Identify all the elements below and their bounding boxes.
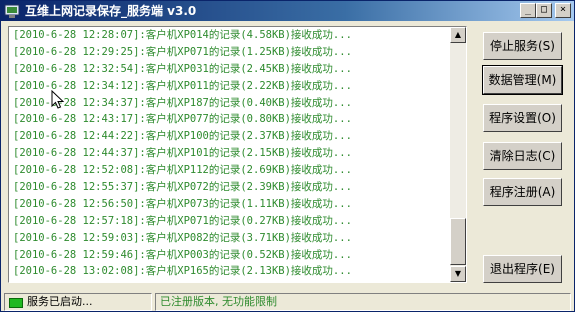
log-lines: [2010-6-28 12:28:07]:客户机XP014的记录(4.58KB)…	[13, 27, 448, 282]
log-list-box[interactable]: [2010-6-28 12:28:07]:客户机XP014的记录(4.58KB)…	[8, 26, 467, 283]
log-line: [2010-6-28 12:59:03]:客户机XP082的记录(3.71KB)…	[13, 231, 352, 244]
log-line: [2010-6-28 12:32:54]:客户机XP031的记录(2.45KB)…	[13, 62, 352, 75]
data-manage-button[interactable]: 数据管理(M)	[482, 65, 563, 95]
close-button[interactable]: ×	[555, 3, 571, 18]
license-status-text: 已注册版本, 无功能限制	[160, 295, 277, 308]
clear-log-button[interactable]: 清除日志(C)	[483, 142, 562, 170]
log-line: [2010-6-28 12:57:18]:客户机XP071的记录(0.27KB)…	[13, 214, 352, 227]
license-status-panel: 已注册版本, 无功能限制	[155, 293, 571, 311]
scrollbar-thumb[interactable]	[450, 218, 466, 265]
log-line: [2010-6-28 12:28:07]:客户机XP014的记录(4.58KB)…	[13, 29, 352, 41]
exit-program-button[interactable]: 退出程序(E)	[483, 255, 562, 283]
minimize-button[interactable]: _	[520, 3, 536, 18]
log-line: [2010-6-28 12:34:12]:客户机XP011的记录(2.22KB)…	[13, 79, 352, 92]
stop-service-button[interactable]: 停止服务(S)	[483, 32, 562, 60]
log-line: [2010-6-28 12:43:17]:客户机XP077的记录(0.80KB)…	[13, 113, 352, 126]
program-settings-button[interactable]: 程序设置(O)	[483, 104, 562, 132]
main-window: 互维上网记录保存_服务端 v3.0 _ □ × [2010-6-28 12:28…	[0, 0, 575, 312]
service-status-panel: 服务已启动...	[4, 293, 152, 311]
log-line: [2010-6-28 13:02:08]:客户机XP165的记录(2.13KB)…	[13, 265, 352, 278]
log-line: [2010-6-28 12:44:37]:客户机XP101的记录(2.15KB)…	[13, 147, 352, 160]
status-bar: 服务已启动... 已注册版本, 无功能限制	[1, 292, 574, 311]
maximize-button[interactable]: □	[536, 3, 552, 18]
log-line: [2010-6-28 12:59:46]:客户机XP003的记录(0.52KB)…	[13, 248, 352, 261]
log-line: [2010-6-28 12:29:25]:客户机XP071的记录(1.25KB)…	[13, 45, 352, 58]
status-led-icon	[9, 298, 23, 308]
log-line: [2010-6-28 12:34:37]:客户机XP187的记录(0.40KB)…	[13, 96, 352, 109]
log-line: [2010-6-28 12:56:50]:客户机XP073的记录(1.11KB)…	[13, 197, 352, 210]
app-icon	[4, 4, 20, 18]
service-status-text: 服务已启动...	[27, 295, 93, 308]
scroll-up-arrow-icon[interactable]: ▲	[450, 27, 466, 43]
program-register-button[interactable]: 程序注册(A)	[483, 178, 562, 206]
vertical-scrollbar[interactable]: ▲ ▼	[450, 27, 466, 282]
log-line: [2010-6-28 12:52:08]:客户机XP112的记录(2.69KB)…	[13, 164, 352, 177]
title-bar[interactable]: 互维上网记录保存_服务端 v3.0 _ □ ×	[1, 1, 574, 21]
scroll-down-arrow-icon[interactable]: ▼	[450, 266, 466, 282]
log-line: [2010-6-28 12:55:37]:客户机XP072的记录(2.39KB)…	[13, 181, 352, 194]
mouse-cursor-icon	[51, 90, 65, 109]
log-line: [2010-6-28 12:44:22]:客户机XP100的记录(2.37KB)…	[13, 130, 352, 143]
window-title: 互维上网记录保存_服务端 v3.0	[25, 4, 197, 18]
